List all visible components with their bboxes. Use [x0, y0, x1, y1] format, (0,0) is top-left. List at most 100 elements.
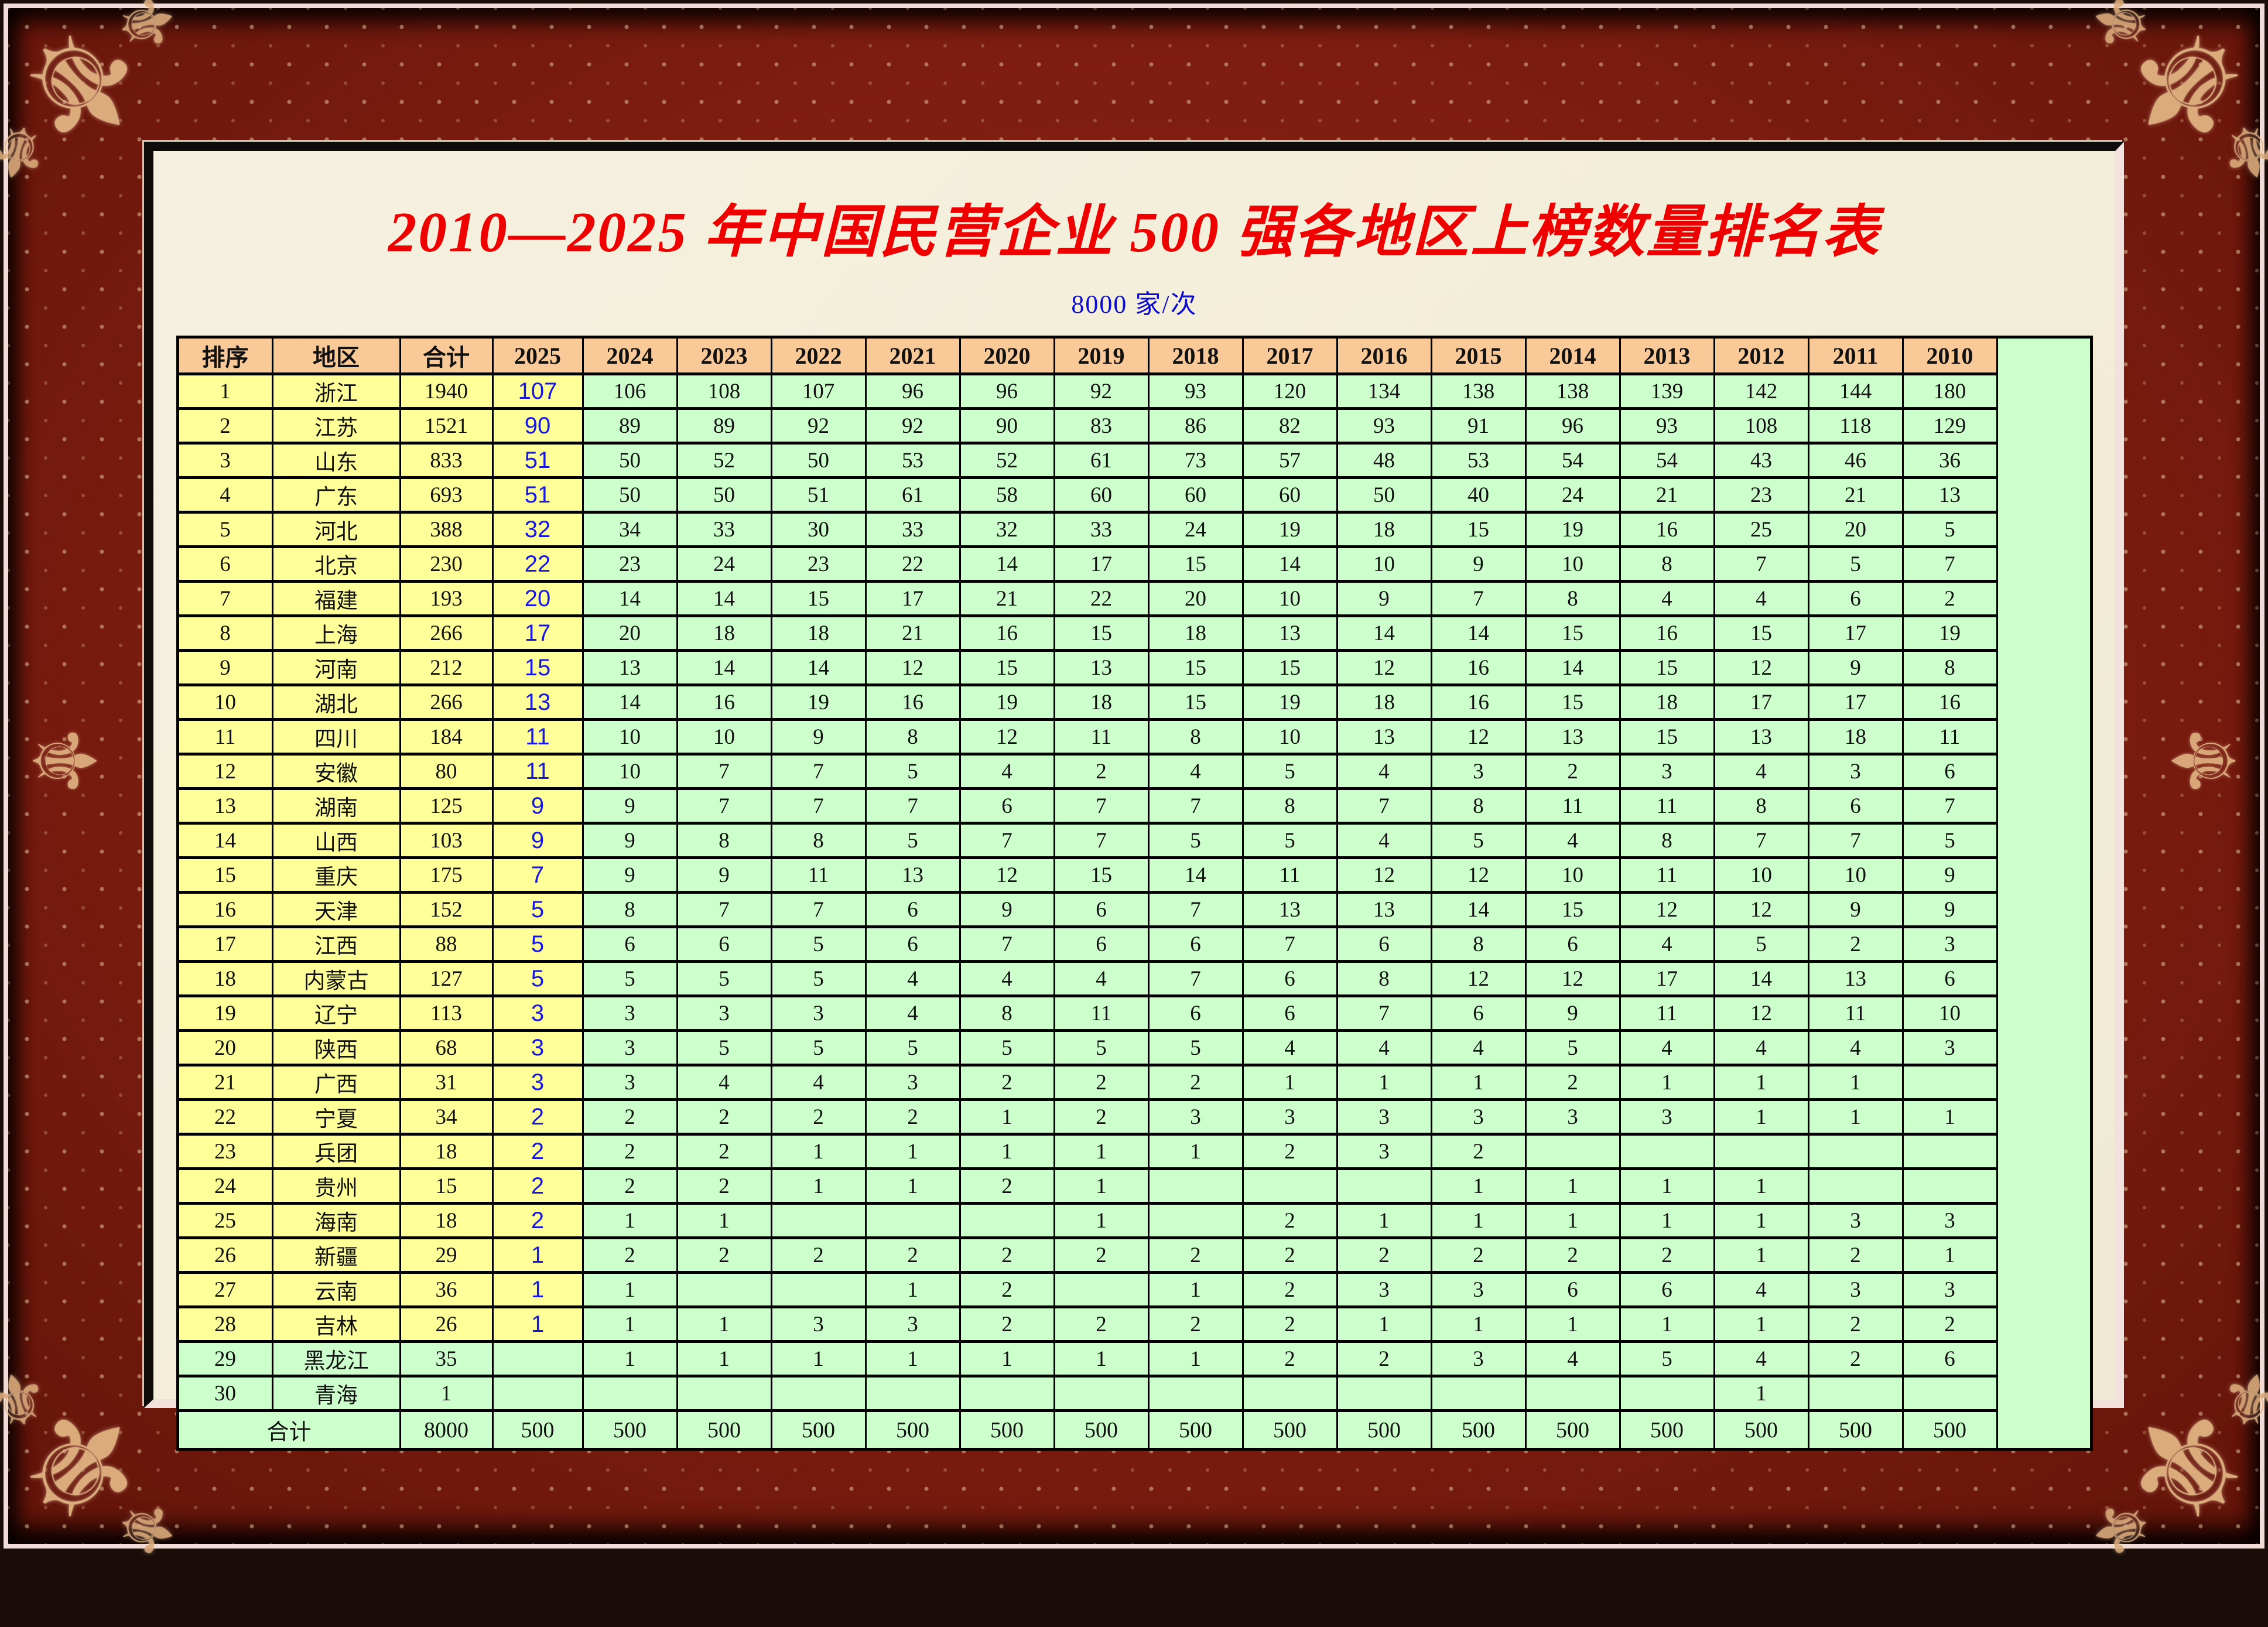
rank-cell: 30: [177, 1376, 272, 1411]
rank-cell: 19: [177, 996, 272, 1031]
value-cell: 18: [1337, 512, 1431, 547]
header-year: 2024: [583, 337, 677, 374]
value-cell: 14: [583, 582, 677, 616]
value-cell: 7: [1148, 962, 1243, 996]
value-cell: 11: [1903, 720, 1997, 754]
value-cell: 34: [583, 512, 677, 547]
table-row: 19辽宁113333348116676911121110: [177, 996, 2091, 1031]
value-cell: 106: [583, 374, 677, 409]
footer-year-total: 500: [1148, 1411, 1243, 1450]
value-cell: 8: [1431, 927, 1525, 962]
region-cell: 吉林: [272, 1307, 400, 1342]
footer-year-total: 500: [677, 1411, 771, 1450]
value-cell: 2: [677, 1100, 771, 1134]
value-cell: 4: [1620, 582, 1714, 616]
value-cell: 1: [960, 1134, 1054, 1169]
value-cell: 18: [1620, 685, 1714, 720]
value-cell: [583, 1376, 677, 1411]
value-cell: 15: [1148, 685, 1243, 720]
value-cell: 4: [771, 1065, 866, 1100]
value-cell: 3: [1337, 1273, 1431, 1307]
value-cell: 10: [1525, 858, 1620, 893]
value-cell: 5: [1714, 927, 1808, 962]
total-cell: 230: [400, 547, 492, 582]
value-cell: 2: [1620, 1238, 1714, 1273]
value-cell: [866, 1204, 960, 1238]
value-cell: 1: [583, 1204, 677, 1238]
value-cell: 54: [1525, 443, 1620, 478]
rank-cell: 4: [177, 478, 272, 512]
region-cell: 海南: [272, 1204, 400, 1238]
value-cell: 18: [1148, 616, 1243, 651]
region-cell: 湖北: [272, 685, 400, 720]
total-cell: 388: [400, 512, 492, 547]
value-cell: 1: [1148, 1134, 1243, 1169]
value-cell: 3: [771, 996, 866, 1031]
value-cell: 16: [1620, 616, 1714, 651]
value-cell: 17: [1808, 616, 1903, 651]
value-cell: 2: [960, 1307, 1054, 1342]
value-cell: 19: [1243, 685, 1337, 720]
value-cell: 23: [1714, 478, 1808, 512]
edge-ornament-icon: ⚜: [19, 722, 107, 800]
value-cell: 7: [771, 893, 866, 927]
value-2025-cell: 3: [492, 1031, 583, 1065]
value-cell: 7: [1243, 927, 1337, 962]
value-cell: 4: [1337, 754, 1431, 789]
total-cell: 35: [400, 1342, 492, 1376]
value-cell: 1: [1525, 1307, 1620, 1342]
value-cell: 4: [1054, 962, 1148, 996]
content-card: 2010—2025 年中国民营企业 500 强各地区上榜数量排名表 8000 家…: [144, 142, 2124, 1408]
value-cell: 18: [677, 616, 771, 651]
value-cell: [1714, 1134, 1808, 1169]
value-cell: 5: [1903, 512, 1997, 547]
value-cell: [866, 1376, 960, 1411]
table-row: 22宁夏342222212333333111: [177, 1100, 2091, 1134]
value-cell: 15: [1525, 893, 1620, 927]
value-cell: 1: [1431, 1065, 1525, 1100]
value-cell: 2: [1243, 1273, 1337, 1307]
value-cell: 2: [866, 1100, 960, 1134]
value-cell: 2: [583, 1100, 677, 1134]
value-cell: 83: [1054, 409, 1148, 443]
value-cell: 4: [1714, 582, 1808, 616]
value-cell: 96: [866, 374, 960, 409]
value-cell: 86: [1148, 409, 1243, 443]
value-cell: 5: [1148, 1031, 1243, 1065]
region-cell: 贵州: [272, 1169, 400, 1204]
value-cell: 8: [1337, 962, 1431, 996]
value-2025-cell: 22: [492, 547, 583, 582]
value-cell: 15: [771, 582, 866, 616]
footer-year-total: 500: [1525, 1411, 1620, 1450]
total-cell: 29: [400, 1238, 492, 1273]
value-cell: 2: [1525, 1065, 1620, 1100]
total-cell: 833: [400, 443, 492, 478]
table-row: 13湖南125997776778781111867: [177, 789, 2091, 823]
value-cell: 142: [1714, 374, 1808, 409]
value-cell: 7: [771, 754, 866, 789]
value-cell: 13: [1808, 962, 1903, 996]
value-2025-cell: 1: [492, 1273, 583, 1307]
value-cell: 120: [1243, 374, 1337, 409]
value-cell: 1: [1620, 1204, 1714, 1238]
value-cell: 16: [960, 616, 1054, 651]
header-year: 2016: [1337, 337, 1431, 374]
value-cell: 4: [1431, 1031, 1525, 1065]
rank-cell: 16: [177, 893, 272, 927]
value-cell: [1337, 1376, 1431, 1411]
value-cell: 2: [1525, 754, 1620, 789]
value-cell: 8: [1431, 789, 1525, 823]
value-cell: 91: [1431, 409, 1525, 443]
total-cell: 212: [400, 651, 492, 685]
value-cell: 11: [1620, 996, 1714, 1031]
value-cell: 12: [1714, 996, 1808, 1031]
value-cell: [1808, 1134, 1903, 1169]
value-cell: 9: [960, 893, 1054, 927]
value-cell: 15: [1525, 685, 1620, 720]
value-cell: 14: [583, 685, 677, 720]
header-year: 2022: [771, 337, 866, 374]
value-cell: 1: [1808, 1100, 1903, 1134]
value-2025-cell: 11: [492, 720, 583, 754]
value-cell: 9: [1903, 858, 1997, 893]
value-cell: 22: [866, 547, 960, 582]
